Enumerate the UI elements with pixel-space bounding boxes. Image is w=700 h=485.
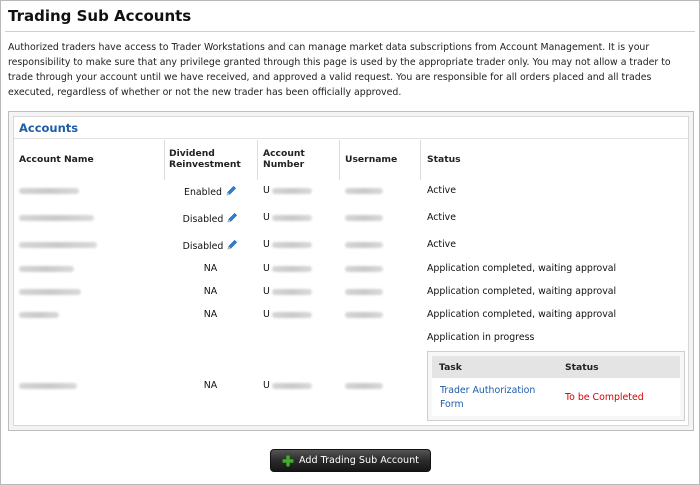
account-number-redacted: [272, 188, 312, 194]
account-name-redacted: [19, 383, 77, 389]
trader-authorization-form-link[interactable]: Trader Authorization Form: [440, 384, 550, 412]
status-value: Application completed, waiting approval: [427, 309, 617, 320]
task-status-value: To be Completed: [565, 392, 644, 403]
account-name-redacted: [19, 266, 74, 272]
username-redacted: [345, 242, 383, 248]
column-account-name: Account Name: [19, 154, 94, 165]
page-title: Trading Sub Accounts: [8, 7, 192, 25]
account-number-cell: U: [263, 263, 270, 274]
column-divider: [339, 140, 340, 180]
account-number-redacted: [272, 383, 312, 389]
column-account-number: Account Number: [263, 148, 305, 170]
status-value: Active: [427, 212, 456, 223]
status-value: Active: [427, 185, 456, 196]
dividend-reinvestment-cell: NA: [164, 263, 257, 274]
account-number-prefix: U: [263, 263, 270, 274]
status-value: Application completed, waiting approval: [427, 263, 617, 274]
account-name-redacted: [19, 312, 59, 318]
dividend-reinvestment-cell: Disabled: [164, 239, 257, 252]
column-divider: [164, 140, 165, 180]
table-row: Disabled U Active: [14, 234, 688, 258]
dividend-value: NA: [203, 380, 218, 391]
task-table-header: Task Status: [432, 356, 680, 378]
accounts-title: Accounts: [19, 121, 79, 135]
dividend-reinvestment-cell: NA: [164, 286, 257, 297]
account-name-redacted: [19, 289, 81, 295]
dividend-value: NA: [203, 263, 218, 274]
column-status: Status: [427, 154, 461, 165]
account-number-redacted: [272, 312, 312, 318]
title-divider: [5, 31, 695, 32]
account-number-cell: U: [263, 239, 270, 250]
dividend-reinvestment-cell: NA: [164, 380, 257, 391]
account-name-redacted: [19, 215, 94, 221]
dividend-value: NA: [203, 309, 218, 320]
account-name-redacted: [19, 242, 97, 248]
pencil-icon[interactable]: [225, 185, 237, 197]
dividend-value: Disabled: [182, 241, 224, 252]
accounts-header: Accounts: [14, 117, 688, 139]
status-value: Active: [427, 239, 456, 250]
account-number-prefix: U: [263, 309, 270, 320]
add-button-label: Add Trading Sub Account: [299, 455, 419, 466]
plus-icon: [282, 455, 294, 466]
username-redacted: [345, 312, 383, 318]
username-redacted: [345, 188, 383, 194]
dividend-value: Disabled: [182, 214, 224, 225]
table-row: NA U Application completed, waiting approv…: [14, 304, 688, 328]
table-row: NA U Application completed, waiting approv…: [14, 281, 688, 305]
table-row: NA U Application in progress: [14, 327, 688, 391]
dividend-reinvestment-cell: Disabled: [164, 212, 257, 225]
account-number-redacted: [272, 266, 312, 272]
account-number-prefix: U: [263, 185, 270, 196]
column-dividend-reinvestment: Dividend Reinvestment: [169, 148, 241, 170]
account-number-prefix: U: [263, 239, 270, 250]
table-row: NA U Application completed, waiting approv…: [14, 258, 688, 282]
intro-text: Authorized traders have access to Trader…: [8, 42, 671, 98]
username-redacted: [345, 289, 383, 295]
task-row: Trader Authorization Form To be Complete…: [432, 378, 680, 416]
username-redacted: [345, 215, 383, 221]
account-number-cell: U: [263, 380, 270, 391]
table-row: Enabled U Active: [14, 180, 688, 204]
column-divider: [420, 140, 421, 180]
task-column-header: Task: [439, 362, 462, 373]
task-status-column-header: Status: [565, 362, 599, 373]
account-number-cell: U: [263, 185, 270, 196]
account-number-prefix: U: [263, 380, 270, 391]
username-redacted: [345, 383, 383, 389]
status-value: Application in progress: [427, 332, 535, 343]
accounts-table: Accounts Account Name Dividend Reinvestm…: [13, 116, 689, 426]
username-redacted: [345, 266, 383, 272]
dividend-reinvestment-cell: Enabled: [164, 185, 257, 198]
account-number-redacted: [272, 215, 312, 221]
account-number-cell: U: [263, 309, 270, 320]
account-number-cell: U: [263, 212, 270, 223]
dividend-value: NA: [203, 286, 218, 297]
pencil-icon[interactable]: [226, 239, 238, 251]
account-name-redacted: [19, 188, 79, 194]
add-trading-sub-account-button[interactable]: Add Trading Sub Account: [270, 449, 431, 472]
table-row: Disabled U Active: [14, 207, 688, 231]
pencil-icon[interactable]: [226, 212, 238, 224]
dividend-value: Enabled: [184, 187, 222, 198]
account-number-prefix: U: [263, 286, 270, 297]
account-number-prefix: U: [263, 212, 270, 223]
column-username: Username: [345, 154, 398, 165]
task-table: Task Status Trader Authorization Form To…: [427, 351, 685, 421]
status-value: Application completed, waiting approval: [427, 286, 617, 297]
accounts-panel: Accounts Account Name Dividend Reinvestm…: [8, 111, 694, 431]
account-number-redacted: [272, 242, 312, 248]
account-number-cell: U: [263, 286, 270, 297]
column-divider: [257, 140, 258, 180]
dividend-reinvestment-cell: NA: [164, 309, 257, 320]
account-number-redacted: [272, 289, 312, 295]
